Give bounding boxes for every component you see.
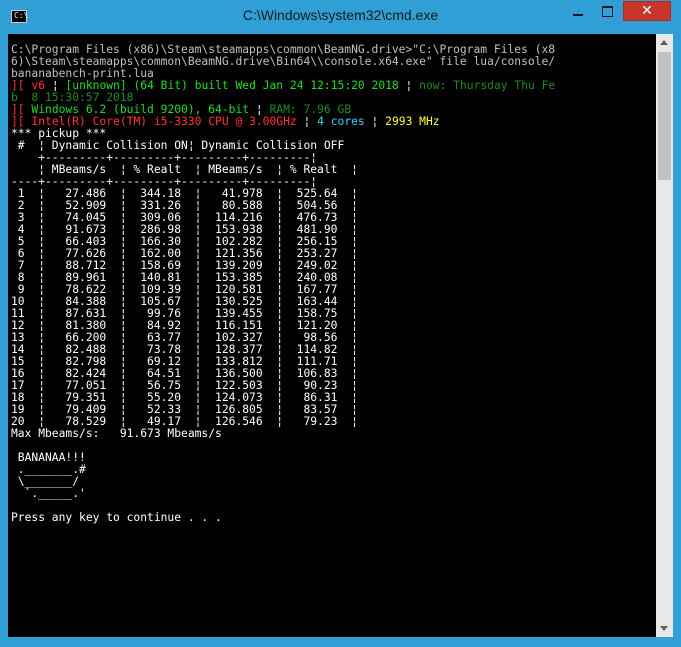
close-button[interactable]: ✕ bbox=[623, 1, 671, 21]
maximize-button[interactable] bbox=[594, 1, 622, 21]
scroll-up-arrow-icon[interactable] bbox=[656, 34, 673, 51]
now-timestamp: now: Thursday Thu Fe bbox=[419, 79, 556, 92]
scrollbar-thumb[interactable] bbox=[658, 52, 671, 180]
cmd-window: C:\ C:\Windows\system32\cmd.exe ✕ C:\Pro… bbox=[0, 0, 681, 647]
minimize-button[interactable] bbox=[564, 1, 592, 21]
window-bottom-border bbox=[0, 637, 681, 647]
console-area[interactable]: C:\Program Files (x86)\Steam\steamapps\c… bbox=[8, 34, 656, 637]
cores-info: 4 cores bbox=[317, 115, 365, 128]
console-output: C:\Program Files (x86)\Steam\steamapps\c… bbox=[11, 43, 556, 524]
press-any-key-prompt: Press any key to continue . . . bbox=[11, 511, 222, 524]
vertical-scrollbar[interactable] bbox=[656, 34, 673, 637]
max-mbeams-line: Max Mbeams/s: 91.673 Mbeams/s bbox=[11, 427, 222, 440]
mhz-info: 2993 MHz bbox=[385, 115, 440, 128]
close-icon: ✕ bbox=[641, 3, 653, 19]
scroll-down-arrow-icon[interactable] bbox=[656, 620, 673, 637]
banana-ascii-4: `._____.' bbox=[11, 487, 86, 500]
title-bar[interactable]: C:\ C:\Windows\system32\cmd.exe ✕ bbox=[0, 0, 681, 34]
